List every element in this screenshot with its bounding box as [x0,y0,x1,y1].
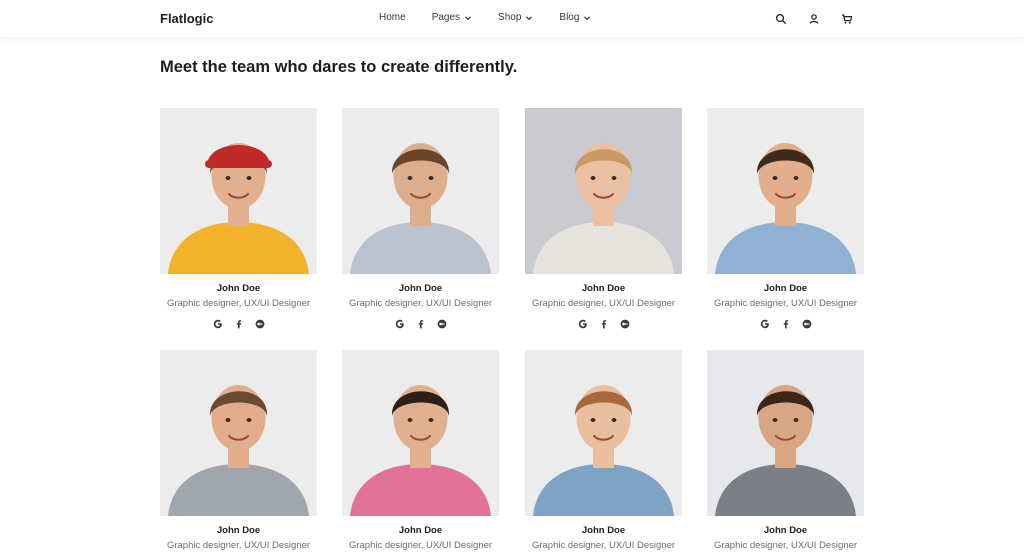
user-icon[interactable] [808,12,820,24]
team-member-name: John Doe [581,525,626,536]
team-member-photo [342,350,499,516]
top-navbar: Flatlogic Home Pages Shop Blog [0,0,1024,37]
team-member-card: John Doe Graphic designer, UX/UI Designer [707,108,864,329]
facebook-icon[interactable] [416,319,426,329]
social-links [707,319,864,329]
search-icon[interactable] [775,12,787,24]
team-member-role: Graphic designer, UX/UI Designer [531,298,676,309]
team-member-photo [525,108,682,274]
google-icon[interactable] [395,319,405,329]
social-links [160,319,317,329]
team-member-name: John Doe [581,283,626,294]
team-member-role: Graphic designer, UX/UI Designer [166,298,311,309]
facebook-icon[interactable] [781,319,791,329]
team-member-name: John Doe [398,525,443,536]
team-member-role: Graphic designer, UX/UI Designer [348,298,493,309]
header-actions [0,12,1024,26]
team-member-role: Graphic designer, UX/UI Designer [348,540,493,551]
team-member-role: Graphic designer, UX/UI Designer [166,540,311,551]
medium-icon[interactable] [802,319,812,329]
team-member-name: John Doe [216,525,261,536]
team-member-role: Graphic designer, UX/UI Designer [713,298,858,309]
team-member-photo [342,108,499,274]
team-member-photo [160,108,317,274]
team-member-photo [525,350,682,516]
team-member-card: John Doe Graphic designer, UX/UI Designer [160,350,317,560]
google-icon[interactable] [578,319,588,329]
team-member-photo [707,108,864,274]
team-member-card: John Doe Graphic designer, UX/UI Designer [342,108,499,329]
cart-icon[interactable] [841,12,853,24]
page-title: Meet the team who dares to create differ… [160,58,518,76]
team-member-name: John Doe [763,283,808,294]
team-member-role: Graphic designer, UX/UI Designer [713,540,858,551]
team-member-card: John Doe Graphic designer, UX/UI Designer [160,108,317,329]
team-member-card: John Doe Graphic designer, UX/UI Designer [525,350,682,560]
medium-icon[interactable] [620,319,630,329]
team-member-photo [707,350,864,516]
team-member-card: John Doe Graphic designer, UX/UI Designer [525,108,682,329]
team-member-name: John Doe [398,283,443,294]
google-icon[interactable] [760,319,770,329]
social-links [342,319,499,329]
social-links [525,319,682,329]
team-member-photo [160,350,317,516]
google-icon[interactable] [213,319,223,329]
team-member-card: John Doe Graphic designer, UX/UI Designer [707,350,864,560]
medium-icon[interactable] [255,319,265,329]
team-member-role: Graphic designer, UX/UI Designer [531,540,676,551]
facebook-icon[interactable] [599,319,609,329]
facebook-icon[interactable] [234,319,244,329]
team-member-name: John Doe [763,525,808,536]
team-member-card: John Doe Graphic designer, UX/UI Designer [342,350,499,560]
team-member-name: John Doe [216,283,261,294]
medium-icon[interactable] [437,319,447,329]
